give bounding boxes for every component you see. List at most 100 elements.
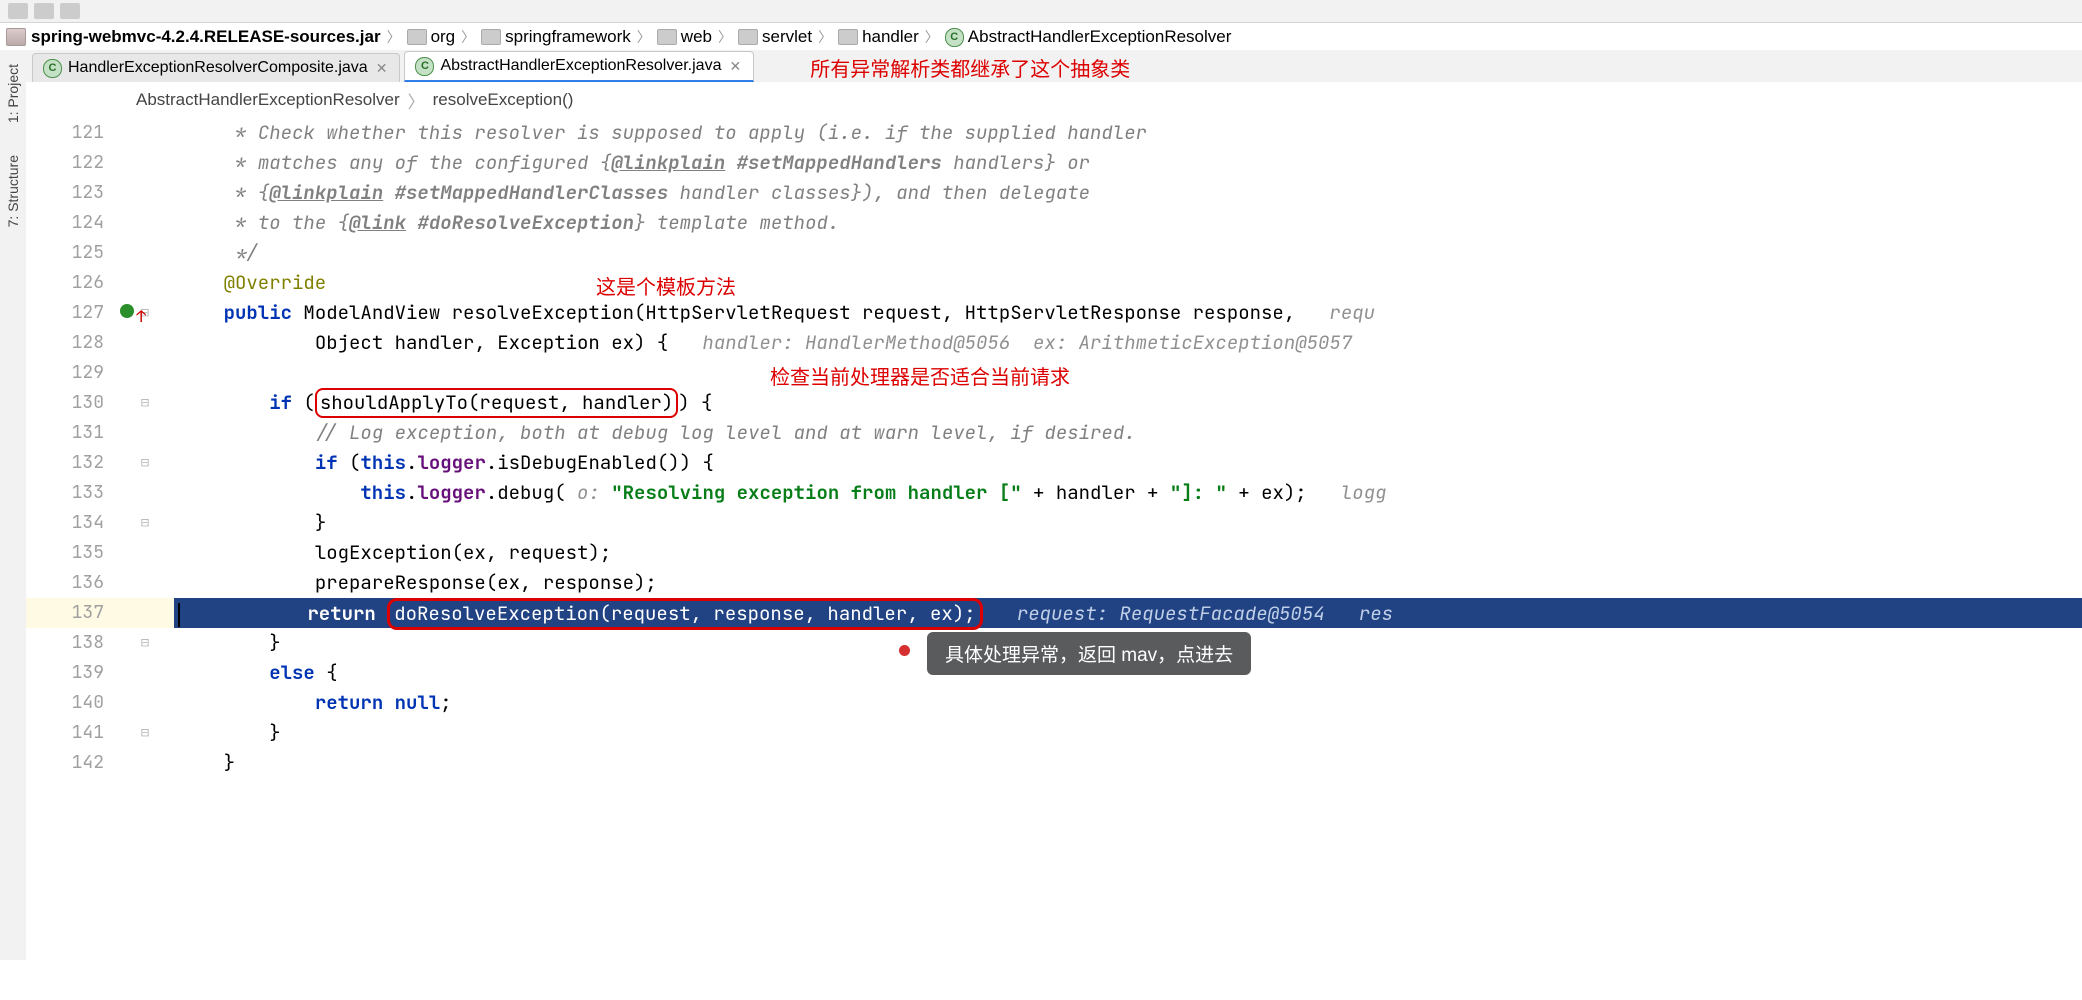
fold-gutter[interactable]: ⊟	[116, 718, 174, 748]
chevron-icon: 〉	[400, 88, 433, 113]
line-number: 142	[26, 748, 116, 778]
editor-tab[interactable]: C HandlerExceptionResolverComposite.java…	[32, 53, 400, 82]
chevron-icon: 〉	[459, 27, 477, 47]
code-line[interactable]: 123 * {@linkplain #setMappedHandlerClass…	[26, 178, 2082, 208]
side-tab-project[interactable]: 1: Project	[3, 60, 23, 127]
line-number: 132	[26, 448, 116, 478]
fold-gutter[interactable]	[116, 748, 174, 778]
code-content: return doResolveException(request, respo…	[174, 598, 2082, 628]
fold-gutter[interactable]	[116, 478, 174, 508]
crumb-class[interactable]: AbstractHandlerExceptionResolver	[968, 27, 1232, 47]
code-line[interactable]: 141⊟ }	[26, 718, 2082, 748]
fold-gutter[interactable]	[116, 268, 174, 298]
crumb-segment[interactable]: handler	[862, 27, 919, 47]
code-line[interactable]: 122 * matches any of the configured {@li…	[26, 148, 2082, 178]
code-editor[interactable]: 121 * Check whether this resolver is sup…	[26, 118, 2082, 1000]
text-caret	[178, 603, 180, 627]
folder-icon	[657, 29, 677, 45]
line-number: 123	[26, 178, 116, 208]
line-number: 129	[26, 358, 116, 388]
fold-gutter[interactable]: ⊟	[116, 448, 174, 478]
code-line[interactable]: 125 */	[26, 238, 2082, 268]
crumb-class[interactable]: AbstractHandlerExceptionResolver	[136, 90, 400, 110]
fold-gutter[interactable]: ⊟	[116, 388, 174, 418]
folder-icon	[481, 29, 501, 45]
code-content: * matches any of the configured {@linkpl…	[174, 148, 2082, 178]
code-line[interactable]: 137 return doResolveException(request, r…	[26, 598, 2082, 628]
code-content: */	[174, 238, 2082, 268]
line-number: 135	[26, 538, 116, 568]
code-line[interactable]: 127↑⊟ public ModelAndView resolveExcepti…	[26, 298, 2082, 328]
chevron-icon: 〉	[716, 27, 734, 47]
code-content: * Check whether this resolver is suppose…	[174, 118, 2082, 148]
fold-gutter[interactable]	[116, 238, 174, 268]
side-tab-structure[interactable]: 7: Structure	[3, 151, 23, 231]
crumb-segment[interactable]: web	[681, 27, 712, 47]
fold-gutter[interactable]: ⊟	[116, 628, 174, 658]
line-number: 131	[26, 418, 116, 448]
code-content: }	[174, 748, 2082, 778]
close-icon[interactable]: ✕	[727, 58, 743, 75]
fold-gutter[interactable]: ⊟	[116, 508, 174, 538]
code-line[interactable]: 128 Object handler, Exception ex) { hand…	[26, 328, 2082, 358]
fold-gutter[interactable]	[116, 598, 174, 628]
jar-name: spring-webmvc-4.2.4.RELEASE-sources.jar	[31, 27, 381, 47]
fold-gutter[interactable]	[116, 118, 174, 148]
fold-gutter[interactable]	[116, 358, 174, 388]
breakpoint-icon	[899, 645, 910, 656]
side-tab-label: 7: Structure	[5, 155, 21, 227]
fold-gutter[interactable]	[116, 538, 174, 568]
crumb-segment[interactable]: servlet	[762, 27, 812, 47]
line-number: 127↑	[26, 298, 116, 328]
line-number: 126	[26, 268, 116, 298]
code-content: * to the {@link #doResolveException} tem…	[174, 208, 2082, 238]
code-line[interactable]: 129	[26, 358, 2082, 388]
code-line[interactable]: 132⊟ if (this.logger.isDebugEnabled()) {	[26, 448, 2082, 478]
toolbar-icon[interactable]	[60, 3, 80, 19]
toolbar-icon[interactable]	[8, 3, 28, 19]
fold-gutter[interactable]	[116, 658, 174, 688]
fold-gutter[interactable]	[116, 418, 174, 448]
toolbar-icon[interactable]	[34, 3, 54, 19]
line-number: 141	[26, 718, 116, 748]
code-line[interactable]: 133 this.logger.debug( o: "Resolving exc…	[26, 478, 2082, 508]
fold-gutter[interactable]	[116, 148, 174, 178]
line-number: 130	[26, 388, 116, 418]
override-gutter-icon[interactable]	[120, 304, 134, 318]
code-line[interactable]: 121 * Check whether this resolver is sup…	[26, 118, 2082, 148]
chevron-icon: 〉	[385, 27, 403, 47]
jar-icon	[6, 28, 26, 46]
code-line[interactable]: 126 @Override	[26, 268, 2082, 298]
folder-icon	[738, 29, 758, 45]
crumb-segment[interactable]: org	[431, 27, 456, 47]
code-breadcrumb: AbstractHandlerExceptionResolver 〉 resol…	[26, 82, 2082, 119]
code-line[interactable]: 134⊟ }	[26, 508, 2082, 538]
code-line[interactable]: 135 logException(ex, request);	[26, 538, 2082, 568]
editor-tab-active[interactable]: C AbstractHandlerExceptionResolver.java …	[404, 51, 754, 82]
code-line[interactable]: 131 // Log exception, both at debug log …	[26, 418, 2082, 448]
fold-gutter[interactable]	[116, 568, 174, 598]
folder-icon	[838, 29, 858, 45]
code-content: Object handler, Exception ex) { handler:…	[174, 328, 2082, 358]
code-line[interactable]: 124 * to the {@link #doResolveException}…	[26, 208, 2082, 238]
fold-gutter[interactable]	[116, 178, 174, 208]
close-icon[interactable]: ✕	[374, 60, 390, 77]
code-content: this.logger.debug( o: "Resolving excepti…	[174, 478, 2082, 508]
code-line[interactable]: 140 return null;	[26, 688, 2082, 718]
code-content	[174, 358, 2082, 388]
code-line[interactable]: 130⊟ if (shouldApplyTo(request, handler)…	[26, 388, 2082, 418]
line-number: 136	[26, 568, 116, 598]
fold-gutter[interactable]	[116, 208, 174, 238]
code-line[interactable]: 142 }	[26, 748, 2082, 778]
editor-tab-row: C HandlerExceptionResolverComposite.java…	[26, 50, 2082, 83]
line-number: 125	[26, 238, 116, 268]
tooltip-text: 具体处理异常，返回 mav，点进去	[945, 640, 1233, 667]
fold-gutter[interactable]	[116, 328, 174, 358]
fold-gutter[interactable]	[116, 688, 174, 718]
crumb-method[interactable]: resolveException()	[433, 90, 574, 110]
chevron-icon: 〉	[816, 27, 834, 47]
jar-crumb[interactable]: spring-webmvc-4.2.4.RELEASE-sources.jar	[6, 27, 381, 47]
line-number: 134	[26, 508, 116, 538]
code-line[interactable]: 136 prepareResponse(ex, response);	[26, 568, 2082, 598]
crumb-segment[interactable]: springframework	[505, 27, 631, 47]
